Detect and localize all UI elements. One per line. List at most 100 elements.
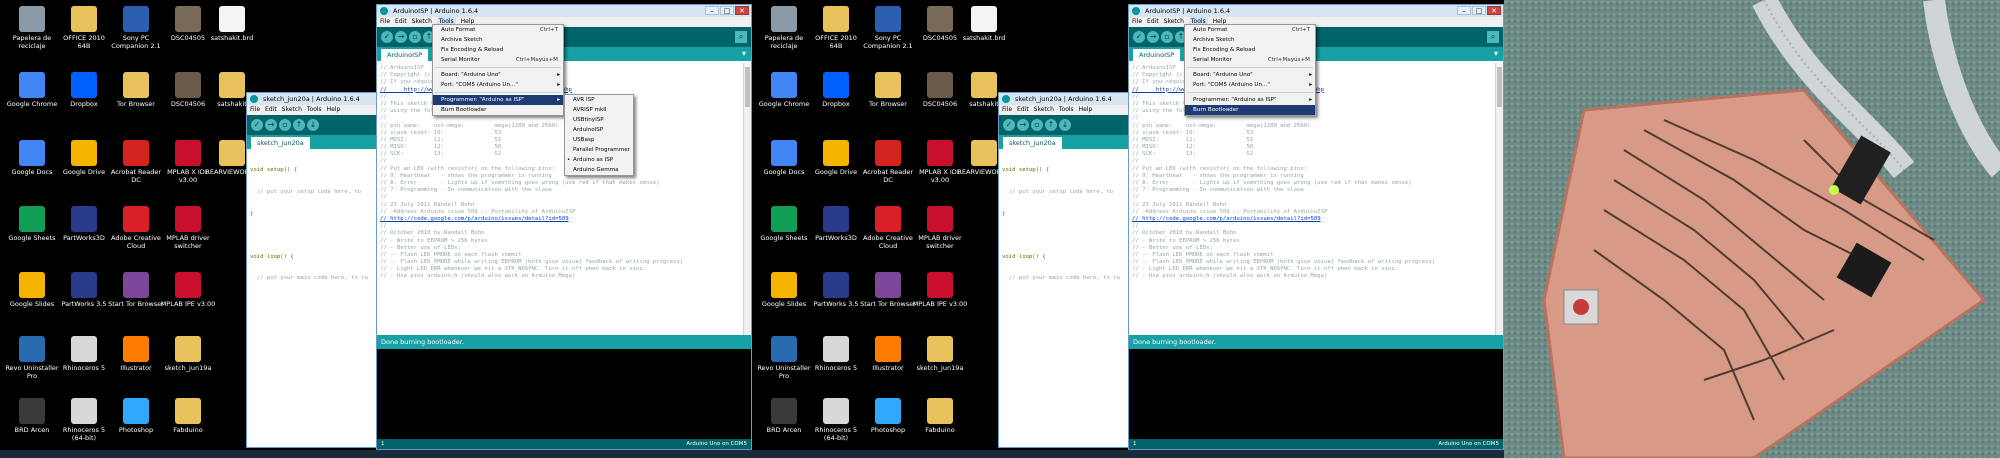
serial-monitor-icon[interactable]: ⌕ (1487, 31, 1499, 43)
isp-window-titlebar[interactable]: ArduinoISP | Arduino 1.6.4 – □ ✕ (1129, 5, 1503, 17)
desktop-icon[interactable]: Dropbox (808, 72, 864, 108)
programmer-option[interactable]: USBtinyISP (565, 115, 633, 125)
desktop-icon[interactable]: Google Drive (808, 140, 864, 176)
programmer-option[interactable]: AVR ISP (565, 95, 633, 105)
new-icon[interactable]: ▫ (279, 119, 291, 131)
sketch-window-titlebar[interactable]: sketch_jun20a | Arduino 1.6.4 (999, 93, 1149, 105)
tab-menu-icon[interactable]: ▾ (742, 49, 746, 58)
desktop-icon[interactable]: sketch_jun19a (912, 336, 968, 372)
editor-scrollbar[interactable] (743, 63, 751, 335)
editor-scrollbar[interactable] (1495, 63, 1503, 335)
tools-menu-item[interactable]: Programmer: "Arduino as ISP" ▸ (433, 95, 563, 105)
desktop-icon[interactable]: PartWorks3D (808, 206, 864, 242)
isp-window-titlebar[interactable]: ArduinoISP | Arduino 1.6.4 – □ ✕ (377, 5, 751, 17)
open-icon[interactable]: ↑ (1045, 119, 1057, 131)
serial-monitor-icon[interactable]: ⌕ (735, 31, 747, 43)
upload-icon[interactable]: → (1017, 119, 1029, 131)
tools-menu-item[interactable]: Serial Monitor Ctrl+Mayús+M (433, 55, 563, 65)
desktop-icon[interactable]: Google Sheets (4, 206, 60, 242)
menu-file[interactable]: File (250, 105, 260, 115)
desktop-icon[interactable]: Google Chrome (4, 72, 60, 108)
maximize-icon[interactable]: □ (720, 6, 734, 15)
tools-menu-item[interactable]: Archive Sketch (433, 35, 563, 45)
menu-sketch[interactable]: Sketch (282, 105, 302, 115)
tools-menu-item[interactable]: Board: "Arduino Uno" ▸ (433, 70, 563, 80)
menu-help[interactable]: Help (327, 105, 341, 115)
tools-menu-item[interactable]: Archive Sketch (1185, 35, 1315, 45)
desktop-icon[interactable]: Adobe Creative Cloud (108, 206, 164, 250)
tools-menu-item[interactable]: Board: "Arduino Uno" ▸ (1185, 70, 1315, 80)
verify-icon[interactable]: ✓ (251, 119, 263, 131)
desktop-icon[interactable]: satshakit.brd (204, 6, 260, 42)
desktop-icon[interactable]: Papelera de reciclaje (756, 6, 812, 50)
verify-icon[interactable]: ✓ (1003, 119, 1015, 131)
tab-menu-icon[interactable]: ▾ (1494, 49, 1498, 58)
desktop-icon[interactable]: Tor Browser (860, 72, 916, 108)
new-icon[interactable]: ▫ (409, 31, 421, 43)
menu-tools[interactable]: Tools (307, 105, 322, 115)
sketch-code-editor[interactable]: void setup() { // put your setup code he… (247, 151, 389, 381)
programmer-option[interactable]: AVRISP mkII (565, 105, 633, 115)
menu-edit[interactable]: Edit (1017, 105, 1029, 115)
menu-sketch[interactable]: Sketch (1034, 105, 1054, 115)
tools-menu-item[interactable]: Fix Encoding & Reload (1185, 45, 1315, 55)
desktop-icon[interactable]: Google Drive (56, 140, 112, 176)
tools-menu-item[interactable]: Port: "COM5 (Arduino Un..." ▸ (1185, 80, 1315, 90)
desktop-icon[interactable]: BRD Arcen (756, 398, 812, 434)
desktop-icon[interactable]: Rhinoceros 5 (64-bit) (56, 398, 112, 442)
desktop-icon[interactable]: Acrobat Reader DC (108, 140, 164, 184)
tools-menu-item[interactable]: Auto Format Ctrl+T (1185, 25, 1315, 35)
desktop-icon[interactable]: Fabduino (912, 398, 968, 434)
tab-arduinoisp[interactable]: ArduinoISP (1133, 49, 1181, 61)
desktop-icon[interactable]: Sony PC Companion 2.1 (860, 6, 916, 50)
desktop-icon[interactable]: Google Docs (4, 140, 60, 176)
tools-menu-item[interactable]: Auto Format Ctrl+T (433, 25, 563, 35)
desktop-icon[interactable]: Rhinoceros 5 (56, 336, 112, 372)
upload-icon[interactable]: → (1147, 31, 1159, 43)
save-icon[interactable]: ↓ (1059, 119, 1071, 131)
programmer-option[interactable]: • Arduino as ISP (565, 155, 633, 165)
desktop-icon[interactable]: Illustrator (860, 336, 916, 372)
desktop-icon[interactable]: Photoshop (108, 398, 164, 434)
desktop-icon[interactable]: OFFICE 2010 64B (56, 6, 112, 50)
menu-file[interactable]: File (380, 17, 390, 27)
desktop-icon[interactable]: Dropbox (56, 72, 112, 108)
desktop-icon[interactable]: PartWorks 3.5 (808, 272, 864, 308)
desktop-icon[interactable]: MPLAB driver switcher (160, 206, 216, 250)
desktop-icon[interactable]: Revo Uninstaller Pro (756, 336, 812, 380)
tools-menu-item[interactable]: Serial Monitor Ctrl+Mayús+M (1185, 55, 1315, 65)
desktop-icon[interactable]: MPLAB driver switcher (912, 206, 968, 250)
desktop-icon[interactable]: Fabduino (160, 398, 216, 434)
desktop-icon[interactable]: Rhinoceros 5 (808, 336, 864, 372)
open-icon[interactable]: ↑ (293, 119, 305, 131)
tab-arduinoisp[interactable]: ArduinoISP (381, 49, 429, 61)
tools-menu-item[interactable]: Port: "COM5 (Arduino Un..." ▸ (433, 80, 563, 90)
desktop-icon[interactable]: Photoshop (860, 398, 916, 434)
desktop-icon[interactable]: Rhinoceros 5 (64-bit) (808, 398, 864, 442)
tools-menu-item[interactable]: Burn Bootloader (433, 105, 563, 115)
desktop-icon[interactable]: MPLAB IPE v3.00 (160, 272, 216, 308)
desktop-icon[interactable]: Acrobat Reader DC (860, 140, 916, 184)
sketch-code-editor[interactable]: void setup() { // put your setup code he… (999, 151, 1141, 381)
menu-sketch[interactable]: Sketch (412, 17, 432, 27)
tools-menu-item[interactable]: Programmer: "Arduino as ISP" ▸ (1185, 95, 1315, 105)
maximize-icon[interactable]: □ (1472, 6, 1486, 15)
desktop-icon[interactable]: Revo Uninstaller Pro (4, 336, 60, 380)
desktop-icon[interactable]: Google Chrome (756, 72, 812, 108)
verify-icon[interactable]: ✓ (381, 31, 393, 43)
close-icon[interactable]: ✕ (735, 6, 749, 15)
menu-edit[interactable]: Edit (1147, 17, 1159, 27)
desktop-icon[interactable]: OFFICE 2010 64B (808, 6, 864, 50)
desktop-icon[interactable]: Illustrator (108, 336, 164, 372)
desktop-icon[interactable]: PartWorks3D (56, 206, 112, 242)
desktop-icon[interactable]: PartWorks 3.5 (56, 272, 112, 308)
desktop-icon[interactable]: Google Slides (4, 272, 60, 308)
save-icon[interactable]: ↓ (307, 119, 319, 131)
verify-icon[interactable]: ✓ (1133, 31, 1145, 43)
desktop-icon[interactable]: Google Docs (756, 140, 812, 176)
desktop-icon[interactable]: Start Tor Browser (860, 272, 916, 308)
scrollbar-thumb[interactable] (1497, 67, 1502, 107)
desktop-icon[interactable]: BRD Arcen (4, 398, 60, 434)
desktop-icon[interactable]: Sony PC Companion 2.1 (108, 6, 164, 50)
tab-sketch[interactable]: sketch_jun20a (1003, 137, 1062, 149)
